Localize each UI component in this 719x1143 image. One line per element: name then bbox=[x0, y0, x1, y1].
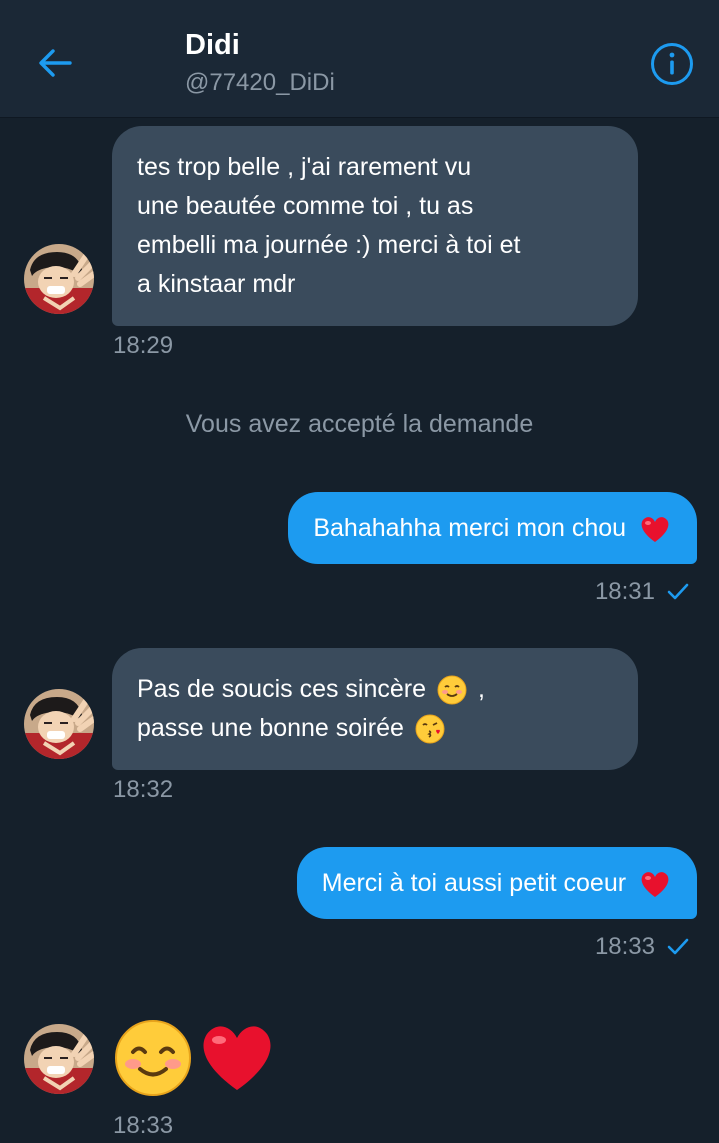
message-text-line: Pas de soucis ces sincère bbox=[137, 675, 427, 703]
checkmark-sent-icon bbox=[667, 583, 689, 600]
contact-handle: @77420_DiDi bbox=[185, 69, 335, 96]
message-timestamp: 18:33 bbox=[113, 1112, 174, 1139]
smiling-face-emoji-icon bbox=[437, 675, 467, 705]
message-timestamp: 18:33 bbox=[594, 933, 655, 960]
system-message: Vous avez accepté la demande bbox=[185, 410, 534, 438]
message-status: 18:33 bbox=[595, 933, 689, 961]
message-timestamp: 18:32 bbox=[113, 776, 174, 803]
arrow-left-icon bbox=[39, 49, 72, 77]
message-text-tail: , bbox=[477, 675, 485, 703]
message-text-line: une beautée comme toi , tu as bbox=[137, 192, 474, 220]
contact-avatar[interactable] bbox=[24, 1024, 94, 1094]
heart-emoji-icon bbox=[203, 1026, 271, 1090]
heart-emoji-icon bbox=[641, 872, 669, 898]
message-bubble-incoming[interactable]: tes trop belle , j'ai rarement vu une be… bbox=[112, 126, 638, 326]
message-text: Bahahahha merci mon chou bbox=[313, 514, 627, 542]
info-button[interactable] bbox=[648, 40, 696, 88]
message-text-line: tes trop belle , j'ai rarement vu bbox=[137, 153, 472, 181]
message-status: 18:31 bbox=[595, 578, 689, 606]
contact-avatar[interactable] bbox=[24, 244, 94, 314]
contact-name: Didi bbox=[185, 29, 240, 61]
smiling-face-emoji-icon bbox=[115, 1020, 191, 1096]
kissing-face-emoji-icon bbox=[415, 714, 445, 744]
message-text-line: passe une bonne soirée bbox=[137, 714, 404, 742]
message-text-line: a kinstaar mdr bbox=[137, 270, 296, 298]
conversation-header: Didi @77420_DiDi bbox=[0, 0, 719, 118]
message-text-line: embelli ma journée :) merci à toi et bbox=[137, 231, 521, 259]
avatar-image bbox=[24, 244, 94, 314]
checkmark-sent-icon bbox=[667, 938, 689, 955]
info-icon bbox=[651, 43, 693, 85]
avatar-image bbox=[24, 689, 94, 759]
message-timestamp: 18:29 bbox=[113, 332, 174, 359]
message-bubble-outgoing[interactable]: Merci à toi aussi petit coeur bbox=[296, 847, 697, 919]
back-button[interactable] bbox=[32, 40, 78, 86]
message-bubble-outgoing[interactable]: Bahahahha merci mon chou bbox=[288, 492, 697, 564]
heart-emoji-icon bbox=[641, 517, 669, 543]
conversation-title-block[interactable]: Didi @77420_DiDi bbox=[185, 28, 335, 98]
avatar-image bbox=[24, 1024, 94, 1094]
message-timestamp: 18:31 bbox=[594, 578, 655, 605]
message-text: Merci à toi aussi petit coeur bbox=[321, 869, 627, 897]
message-bubble-incoming[interactable]: Pas de soucis ces sincère , passe une bo… bbox=[112, 648, 638, 770]
emoji-only-message[interactable] bbox=[113, 1018, 277, 1098]
contact-avatar[interactable] bbox=[24, 689, 94, 759]
